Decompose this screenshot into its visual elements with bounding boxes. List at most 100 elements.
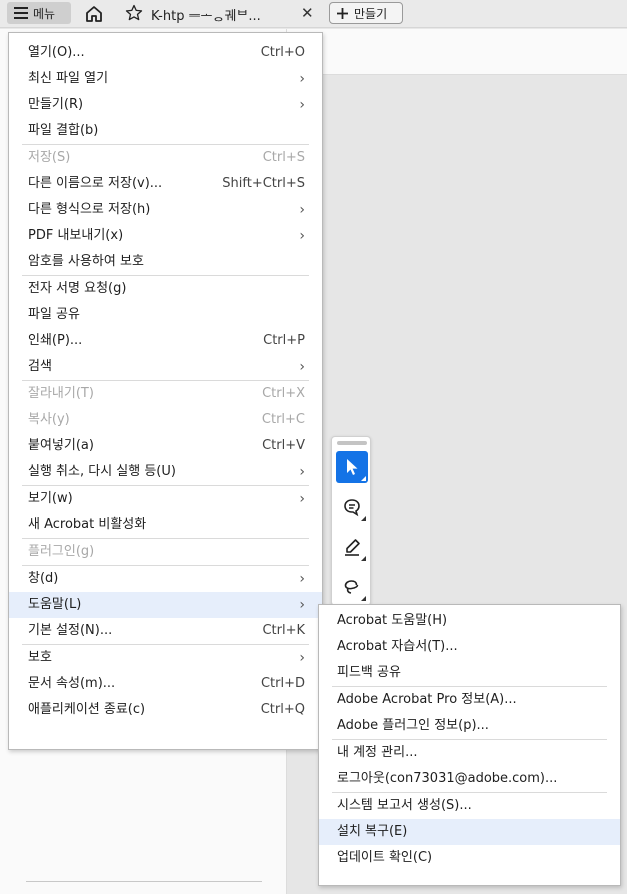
comment-icon[interactable] <box>336 491 368 523</box>
menu-button[interactable]: 메뉴 <box>7 2 71 24</box>
chevron-right-icon: › <box>299 464 305 480</box>
chevron-right-icon: › <box>299 650 305 666</box>
menu-item-shortcut: Ctrl+V <box>262 438 305 453</box>
menu-item-label: 암호를 사용하여 보호 <box>28 254 144 269</box>
menu-item-label: 최신 파일 열기 <box>28 71 109 86</box>
menu-item-열기[interactable]: 열기(O)... Ctrl+O <box>9 40 322 66</box>
main-menu: 열기(O)... Ctrl+O 최신 파일 열기 › 만들기(R) › 파일 결합(b) 저장… <box>8 32 323 750</box>
lasso-draw-icon[interactable] <box>336 571 368 603</box>
menu-button-label: 메뉴 <box>33 6 56 21</box>
chevron-right-icon: › <box>299 97 305 113</box>
chevron-right-icon: › <box>299 202 305 218</box>
menu-item-shortcut: Ctrl+Q <box>260 702 305 717</box>
menu-item-label: 보기(w) <box>28 491 73 506</box>
menu-item-label: 파일 결합(b) <box>28 123 99 138</box>
menu-item-설치-복구[interactable]: 설치 복구(E) <box>319 819 620 845</box>
menu-item-도움말[interactable]: 도움말(L) › <box>9 592 322 618</box>
menu-item-label: 붙여넣기(a) <box>28 438 94 453</box>
menu-item-창[interactable]: 창(d) › <box>9 566 322 592</box>
menu-item-label: 플러그인(g) <box>28 544 95 559</box>
menu-item-시스템-보고서-생성[interactable]: 시스템 보고서 생성(S)... <box>319 793 620 819</box>
toolbar-grip-handle[interactable] <box>337 441 367 445</box>
menu-item-복사: 복사(y) Ctrl+C <box>9 407 322 433</box>
menu-item-만들기[interactable]: 만들기(R) › <box>9 92 322 118</box>
menu-item-실행-취소-다시-실행-등[interactable]: 실행 취소, 다시 실행 등(U) › <box>9 459 322 485</box>
menu-item-검색[interactable]: 검색 › <box>9 354 322 380</box>
menu-item-label: 기본 설정(N)... <box>28 623 113 638</box>
menu-item-저장: 저장(S) Ctrl+S <box>9 145 322 171</box>
star-icon[interactable] <box>125 4 143 22</box>
menu-item-전자-서명-요청[interactable]: 전자 서명 요청(g) <box>9 276 322 302</box>
menu-item-label: 복사(y) <box>28 412 70 427</box>
menu-item-shortcut: Ctrl+K <box>262 623 305 638</box>
menu-item-보기[interactable]: 보기(w) › <box>9 486 322 512</box>
menu-item-pdf-내보내기[interactable]: PDF 내보내기(x) › <box>9 223 322 249</box>
menu-item-label: 업데이트 확인(C) <box>337 850 433 865</box>
menu-item-다른-이름으로-저장[interactable]: 다른 이름으로 저장(v)... Shift+Ctrl+S <box>9 171 322 197</box>
menu-item-label: 만들기(R) <box>28 97 84 112</box>
menu-item-shortcut: Ctrl+S <box>262 150 305 165</box>
menu-item-다른-형식으로-저장[interactable]: 다른 형식으로 저장(h) › <box>9 197 322 223</box>
menu-item-label: 저장(S) <box>28 150 71 165</box>
menu-item-label: 보호 <box>28 650 52 665</box>
menu-item-문서-속성[interactable]: 문서 속성(m)... Ctrl+D <box>9 671 322 697</box>
menu-item-label: 실행 취소, 다시 실행 등(U) <box>28 464 176 479</box>
menu-item-인쇄[interactable]: 인쇄(P)... Ctrl+P <box>9 328 322 354</box>
menu-item-label: 설치 복구(E) <box>337 824 408 839</box>
menu-item-최신-파일-열기[interactable]: 최신 파일 열기 › <box>9 66 322 92</box>
menu-item-shortcut: Ctrl+X <box>262 386 305 401</box>
highlighter-pen-icon[interactable] <box>336 531 368 563</box>
menu-item-붙여넣기[interactable]: 붙여넣기(a) Ctrl+V <box>9 433 322 459</box>
create-new-button[interactable]: 만들기 <box>329 2 403 24</box>
menu-item-label: Acrobat 자습서(T)... <box>337 639 458 654</box>
chevron-right-icon: › <box>299 597 305 613</box>
chevron-right-icon: › <box>299 228 305 244</box>
menu-item-label: 잘라내기(T) <box>28 386 94 401</box>
menu-item-label: 검색 <box>28 359 52 374</box>
plus-icon <box>337 7 348 19</box>
menu-item-label: 피드백 공유 <box>337 665 401 680</box>
menu-item-label: 열기(O)... <box>28 45 85 60</box>
menu-item-새-acrobat-비활성화[interactable]: 새 Acrobat 비활성화 <box>9 512 322 538</box>
menu-item-파일-결합[interactable]: 파일 결합(b) <box>9 118 322 144</box>
document-tab-title[interactable]: K-htp ᆖᅩᆼ궤ᄇ... <box>151 5 291 23</box>
menu-item-adobe-acrobat-pro-정보[interactable]: Adobe Acrobat Pro 정보(A)... <box>319 687 620 713</box>
menu-item-acrobat-도움말[interactable]: Acrobat 도움말(H) <box>319 608 620 634</box>
menu-item-label: PDF 내보내기(x) <box>28 228 124 243</box>
menu-item-acrobat-자습서[interactable]: Acrobat 자습서(T)... <box>319 634 620 660</box>
close-tab-icon[interactable]: ✕ <box>301 4 314 22</box>
menu-item-label: 시스템 보고서 생성(S)... <box>337 798 472 813</box>
menu-item-label: 다른 이름으로 저장(v)... <box>28 176 163 191</box>
menu-item-label: 파일 공유 <box>28 307 80 322</box>
menu-item-피드백-공유[interactable]: 피드백 공유 <box>319 660 620 686</box>
floating-toolbar <box>331 436 371 606</box>
select-pointer-icon[interactable] <box>336 451 368 483</box>
menu-item-내-계정-관리[interactable]: 내 계정 관리... <box>319 740 620 766</box>
menu-item-label: 새 Acrobat 비활성화 <box>28 517 147 532</box>
menu-item-label: Adobe Acrobat Pro 정보(A)... <box>337 692 517 707</box>
menu-item-label: 인쇄(P)... <box>28 333 83 348</box>
menu-item-로그아웃[interactable]: 로그아웃(con73031@adobe.com)... <box>319 766 620 792</box>
menu-item-label: 전자 서명 요청(g) <box>28 281 127 296</box>
menu-item-보호[interactable]: 보호 › <box>9 645 322 671</box>
menu-item-adobe-플러그인-정보[interactable]: Adobe 플러그인 정보(p)... <box>319 713 620 739</box>
menu-item-업데이트-확인[interactable]: 업데이트 확인(C) <box>319 845 620 871</box>
menu-item-label: Acrobat 도움말(H) <box>337 613 448 628</box>
chevron-right-icon: › <box>299 71 305 87</box>
menu-item-label: 내 계정 관리... <box>337 745 418 760</box>
tab-bar: 메뉴 K-htp ᆖᅩᆼ궤ᄇ... ✕ 만들기 <box>0 0 627 28</box>
hamburger-icon <box>14 7 28 19</box>
menu-item-label: 도움말(L) <box>28 597 82 612</box>
document-header-strip <box>287 29 627 75</box>
menu-item-shortcut: Shift+Ctrl+S <box>222 176 305 191</box>
menu-item-label: Adobe 플러그인 정보(p)... <box>337 718 489 733</box>
menu-item-파일-공유[interactable]: 파일 공유 <box>9 302 322 328</box>
chevron-right-icon: › <box>299 359 305 375</box>
home-icon[interactable] <box>84 4 104 24</box>
chevron-right-icon: › <box>299 571 305 587</box>
menu-item-애플리케이션-종료[interactable]: 애플리케이션 종료(c) Ctrl+Q <box>9 697 322 723</box>
menu-item-암호를-사용하여-보호[interactable]: 암호를 사용하여 보호 <box>9 249 322 275</box>
menu-item-shortcut: Ctrl+D <box>260 676 305 691</box>
menu-item-기본-설정[interactable]: 기본 설정(N)... Ctrl+K <box>9 618 322 644</box>
chevron-right-icon: › <box>299 491 305 507</box>
